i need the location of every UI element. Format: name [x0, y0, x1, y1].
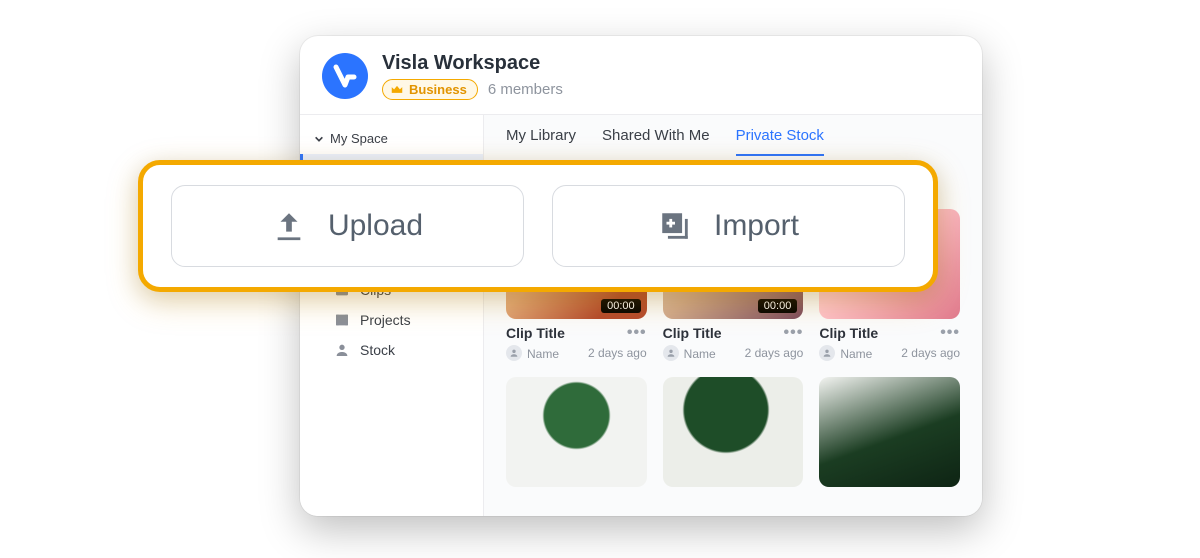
clip-card[interactable]: [506, 377, 647, 487]
crown-icon: [390, 83, 404, 97]
clip-thumbnail[interactable]: [663, 377, 804, 487]
plan-label: Business: [409, 82, 467, 97]
members-count: 6 members: [488, 81, 563, 98]
workspace-title: Visla Workspace: [382, 52, 563, 75]
more-icon[interactable]: •••: [627, 328, 647, 338]
clip-duration: 00:00: [601, 299, 641, 313]
sidebar-item-label: Stock: [360, 342, 395, 358]
upload-icon: [272, 209, 306, 243]
upload-button[interactable]: Upload: [171, 185, 524, 267]
clip-age: 2 days ago: [745, 346, 804, 360]
import-button[interactable]: Import: [552, 185, 905, 267]
clip-age: 2 days ago: [901, 346, 960, 360]
tabs: My Library Shared With Me Private Stock: [484, 115, 982, 156]
workspace-header: Visla Workspace Business 6 members: [300, 36, 982, 115]
app-logo-icon: [322, 53, 368, 99]
avatar-icon: [506, 345, 522, 361]
tab-my-library[interactable]: My Library: [506, 127, 576, 156]
import-label: Import: [714, 209, 799, 243]
avatar-icon: [663, 345, 679, 361]
tab-shared-with-me[interactable]: Shared With Me: [602, 127, 710, 156]
person-icon: [334, 342, 350, 358]
film-icon: [334, 312, 350, 328]
clip-title: Clip Title: [663, 325, 722, 341]
sidebar-item-projects-team[interactable]: Projects: [300, 305, 483, 335]
sidebar-section-my-space[interactable]: My Space: [300, 123, 483, 154]
upload-label: Upload: [328, 209, 423, 243]
clip-title: Clip Title: [506, 325, 565, 341]
import-icon: [658, 209, 692, 243]
clip-thumbnail[interactable]: [819, 377, 960, 487]
sidebar-item-label: Projects: [360, 312, 411, 328]
more-icon[interactable]: •••: [784, 328, 804, 338]
clip-title: Clip Title: [819, 325, 878, 341]
more-icon[interactable]: •••: [940, 328, 960, 338]
tab-private-stock[interactable]: Private Stock: [736, 127, 824, 156]
avatar-icon: [819, 345, 835, 361]
clip-age: 2 days ago: [588, 346, 647, 360]
clip-thumbnail[interactable]: [506, 377, 647, 487]
sidebar-item-stock-team[interactable]: Stock: [300, 335, 483, 365]
sidebar-section-label: My Space: [330, 131, 388, 146]
plan-badge[interactable]: Business: [382, 79, 478, 100]
clip-author: Name: [527, 347, 559, 361]
highlight-callout: Upload Import: [138, 160, 938, 292]
clip-author: Name: [684, 347, 716, 361]
clip-duration: 00:00: [758, 299, 798, 313]
clip-author: Name: [840, 347, 872, 361]
clip-card[interactable]: [819, 377, 960, 487]
chevron-down-icon: [314, 134, 324, 144]
clip-card[interactable]: [663, 377, 804, 487]
